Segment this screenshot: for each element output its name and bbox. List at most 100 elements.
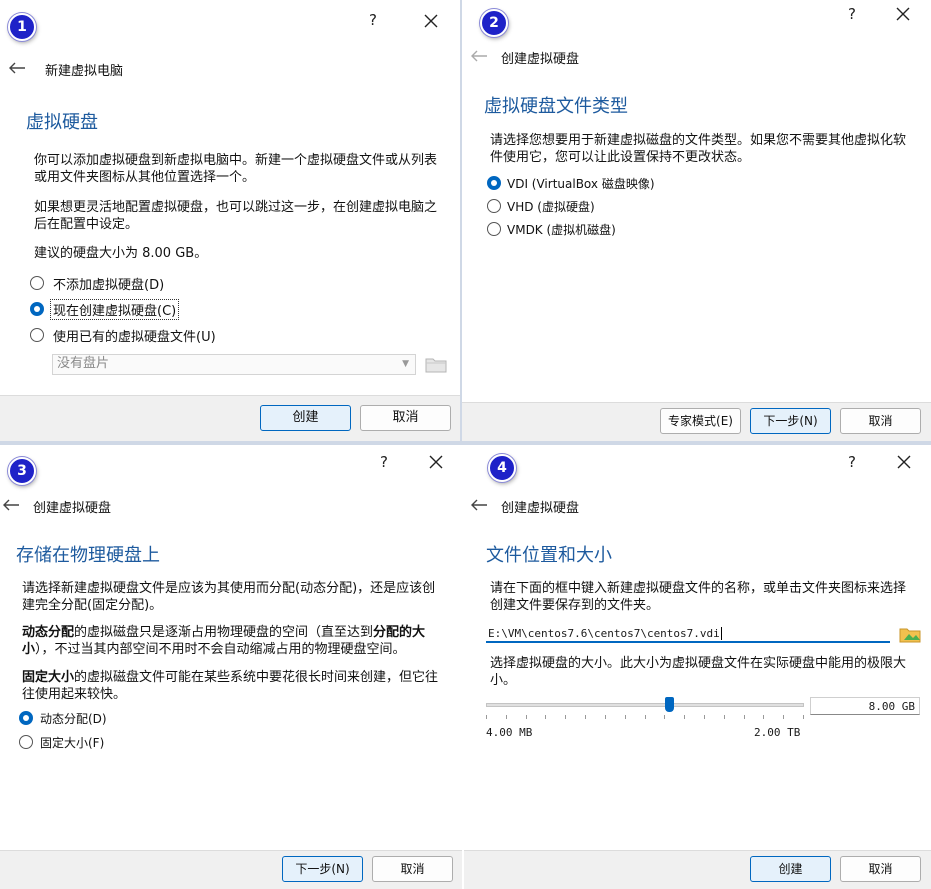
- disk-select[interactable]: 没有盘片 ▼: [52, 354, 416, 375]
- radio-vdi[interactable]: [487, 176, 501, 190]
- back-arrow-icon[interactable]: [2, 498, 20, 512]
- help-button[interactable]: ?: [380, 453, 388, 471]
- radio-label[interactable]: 不添加虚拟硬盘(D): [53, 274, 164, 293]
- radio-create-disk[interactable]: [30, 302, 44, 316]
- dynamic-description: 动态分配的虚拟磁盘只是逐渐占用物理硬盘的空间（直至达到分配的大小），不过当其内部…: [22, 624, 447, 658]
- next-button[interactable]: 下一步(N): [750, 408, 831, 434]
- help-button[interactable]: ?: [369, 11, 377, 29]
- radio-label[interactable]: 使用已有的虚拟硬盘文件(U): [53, 326, 216, 345]
- radio-label[interactable]: VHD (虚拟硬盘): [507, 198, 595, 215]
- description-text: 请在下面的框中键入新建虚拟硬盘文件的名称，或单击文件夹图标来选择创建文件要保存到…: [490, 581, 907, 613]
- cancel-button[interactable]: 取消: [372, 856, 453, 882]
- radio-vhd[interactable]: [487, 199, 501, 213]
- slider-max-label: 2.00 TB: [754, 726, 801, 739]
- dialog-header: 创建虚拟硬盘: [33, 501, 112, 516]
- size-slider[interactable]: [486, 697, 804, 728]
- path-input[interactable]: E:\VM\centos7.6\centos7\centos7.vdi: [486, 624, 890, 643]
- step-badge: 4: [488, 454, 516, 482]
- dialog-header: 创建虚拟硬盘: [501, 52, 580, 67]
- radio-vmdk[interactable]: [487, 222, 501, 236]
- description-text: 的虚拟磁盘文件可能在某些系统中要花很长时间来创建，但它往往使用起来较快。: [22, 670, 439, 702]
- slider-tick: [486, 715, 487, 719]
- slider-tick: [565, 715, 566, 719]
- radio-use-existing[interactable]: [30, 328, 44, 342]
- step-badge: 1: [8, 13, 36, 41]
- slider-thumb[interactable]: [665, 697, 674, 712]
- description-text: ），不过当其内部空间不用时不会自动缩减占用的物理硬盘空间。: [35, 642, 406, 657]
- slider-track: [486, 703, 804, 707]
- dialog-location-size: 4 ? 创建虚拟硬盘 文件位置和大小 请在下面的框中键入新建虚拟硬盘文件的名称，…: [464, 445, 931, 889]
- recommended-size-text: 建议的硬盘大小为 8.00 GB。: [34, 246, 208, 261]
- slider-tick: [724, 715, 725, 719]
- help-button[interactable]: ?: [848, 5, 856, 23]
- step-badge: 2: [480, 9, 508, 37]
- page-title: 虚拟硬盘: [26, 112, 98, 133]
- back-arrow-icon[interactable]: [470, 498, 488, 512]
- close-icon[interactable]: [428, 454, 444, 470]
- slider-tick: [645, 715, 646, 719]
- slider-tick: [704, 715, 705, 719]
- description-text: 选择虚拟硬盘的大小。此大小为虚拟硬盘文件在实际硬盘中能用的极限大小。: [490, 656, 907, 688]
- page-title: 虚拟硬盘文件类型: [484, 96, 628, 117]
- dialog-disk-type: 2 ? 创建虚拟硬盘 虚拟硬盘文件类型 请选择您想要用于新建虚拟磁盘的文件类型。…: [462, 0, 931, 441]
- create-button[interactable]: 创建: [260, 405, 351, 431]
- create-button[interactable]: 创建: [750, 856, 831, 882]
- description-text: 的虚拟磁盘只是逐渐占用物理硬盘的空间（直至达到: [74, 625, 374, 640]
- slider-tick: [763, 715, 764, 719]
- radio-no-disk[interactable]: [30, 276, 44, 290]
- help-button[interactable]: ?: [848, 453, 856, 471]
- radio-label[interactable]: 现在创建虚拟硬盘(C): [50, 299, 180, 320]
- cancel-button[interactable]: 取消: [840, 408, 921, 434]
- slider-tick: [744, 715, 745, 719]
- slider-tick: [526, 715, 527, 719]
- step-badge: 3: [8, 457, 36, 485]
- radio-label[interactable]: VDI (VirtualBox 磁盘映像): [507, 175, 655, 192]
- radio-label[interactable]: 固定大小(F): [40, 734, 104, 751]
- path-value: E:\VM\centos7.6\centos7\centos7.vdi: [488, 627, 720, 640]
- dialog-footer: 创建 取消: [464, 850, 931, 889]
- close-icon[interactable]: [895, 6, 911, 22]
- slider-min-label: 4.00 MB: [486, 726, 533, 739]
- dialog-new-vm: 1 ? 新建虚拟电脑 虚拟硬盘 你可以添加虚拟硬盘到新虚拟电脑中。新建一个虚拟硬…: [0, 0, 460, 441]
- page-title: 文件位置和大小: [486, 545, 612, 566]
- radio-label[interactable]: VMDK (虚拟机磁盘): [507, 221, 616, 238]
- radio-fixed[interactable]: [19, 735, 33, 749]
- description-text: 你可以添加虚拟硬盘到新虚拟电脑中。新建一个虚拟硬盘文件或从列表或用文件夹图标从其…: [34, 153, 438, 185]
- bold-term: 固定大小: [22, 670, 75, 685]
- expert-mode-button[interactable]: 专家模式(E): [660, 408, 741, 434]
- chevron-down-icon: ▼: [402, 359, 409, 369]
- bold-term: 动态分配: [22, 625, 75, 640]
- folder-icon[interactable]: [425, 355, 447, 373]
- description-text: 请选择新建虚拟硬盘文件是应该为其使用而分配(动态分配)，还是应该创建完全分配(固…: [22, 581, 436, 613]
- dialog-footer: 下一步(N) 取消: [0, 850, 462, 889]
- slider-tick: [664, 715, 665, 719]
- text-cursor: [720, 627, 722, 640]
- disk-select-value: 没有盘片: [57, 356, 110, 371]
- slider-tick: [585, 715, 586, 719]
- close-icon[interactable]: [896, 454, 912, 470]
- size-input[interactable]: 8.00 GB: [810, 697, 920, 715]
- slider-tick: [545, 715, 546, 719]
- back-arrow-icon[interactable]: [8, 61, 26, 75]
- slider-tick: [803, 715, 804, 719]
- dialog-footer: 创建 取消: [0, 395, 460, 441]
- size-value: 8.00 GB: [868, 700, 915, 713]
- description-text: 请选择您想要用于新建虚拟磁盘的文件类型。如果您不需要其他虚拟化软件使用它，您可以…: [490, 133, 907, 165]
- radio-label[interactable]: 动态分配(D): [40, 710, 107, 727]
- fixed-description: 固定大小的虚拟磁盘文件可能在某些系统中要花很长时间来创建，但它往往使用起来较快。: [22, 669, 447, 703]
- back-arrow-icon[interactable]: [470, 49, 488, 63]
- radio-dynamic[interactable]: [19, 711, 33, 725]
- dialog-footer: 专家模式(E) 下一步(N) 取消: [462, 402, 931, 441]
- next-button[interactable]: 下一步(N): [282, 856, 363, 882]
- slider-tick: [684, 715, 685, 719]
- slider-tick: [625, 715, 626, 719]
- dialog-storage-type: 3 ? 创建虚拟硬盘 存储在物理硬盘上 请选择新建虚拟硬盘文件是应该为其使用而分…: [0, 445, 462, 889]
- dialog-header: 新建虚拟电脑: [45, 64, 124, 79]
- close-icon[interactable]: [423, 13, 439, 29]
- slider-tick: [783, 715, 784, 719]
- cancel-button[interactable]: 取消: [360, 405, 451, 431]
- slider-tick: [506, 715, 507, 719]
- cancel-button[interactable]: 取消: [840, 856, 921, 882]
- slider-tick: [605, 715, 606, 719]
- folder-icon[interactable]: [899, 625, 921, 643]
